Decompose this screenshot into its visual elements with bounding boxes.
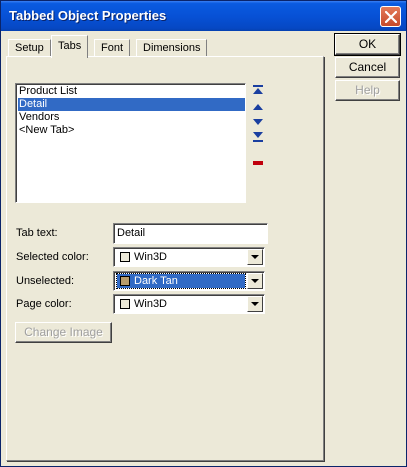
color-swatch — [120, 276, 130, 286]
list-item[interactable]: Detail — [18, 98, 245, 111]
combo-value-text: Win3D — [134, 251, 168, 263]
tab-font[interactable]: Font — [94, 39, 131, 57]
dropdown-button[interactable] — [247, 249, 263, 265]
selected-color-combo[interactable]: Win3D — [113, 247, 265, 267]
cancel-button[interactable]: Cancel — [335, 57, 400, 78]
move-down-icon[interactable] — [252, 117, 264, 127]
combo-value: Dark Tan — [116, 273, 246, 289]
tab-tabs[interactable]: Tabs — [51, 35, 89, 58]
combo-value-text: Win3D — [134, 298, 168, 310]
combo-value: Win3D — [117, 250, 245, 264]
list-item-label: Detail — [19, 98, 48, 110]
chevron-down-icon — [251, 302, 259, 306]
tab-setup[interactable]: Setup — [8, 39, 51, 57]
move-to-bottom-icon[interactable] — [252, 132, 264, 142]
list-item[interactable]: Product List — [18, 85, 245, 98]
tab-label: Setup — [15, 42, 44, 54]
list-item[interactable]: <New Tab> — [18, 124, 245, 137]
move-to-top-icon[interactable] — [252, 85, 264, 95]
unselected-color-combo[interactable]: Dark Tan — [113, 271, 265, 291]
chevron-down-icon — [251, 279, 259, 283]
list-item-label: <New Tab> — [19, 124, 75, 136]
tab-dimensions[interactable]: Dimensions — [136, 39, 208, 57]
tab-text-label: Tab text: — [16, 227, 58, 239]
close-button[interactable] — [380, 6, 401, 27]
combo-value-text: Dark Tan — [134, 275, 178, 287]
color-swatch — [120, 299, 130, 309]
list-item[interactable]: Vendors — [18, 111, 245, 124]
tab-label: Font — [101, 42, 124, 54]
color-swatch — [120, 252, 130, 262]
list-item-label: Vendors — [19, 111, 60, 123]
selected-color-label: Selected color: — [16, 251, 89, 263]
combo-value: Win3D — [117, 297, 245, 311]
close-icon — [385, 11, 397, 23]
page-color-combo[interactable]: Win3D — [113, 294, 265, 314]
dropdown-button[interactable] — [247, 273, 263, 289]
tab-label: Dimensions — [143, 42, 201, 54]
page-color-label: Page color: — [16, 298, 72, 310]
tab-label: Tabs — [58, 40, 82, 52]
help-button[interactable]: Help — [335, 80, 400, 101]
chevron-down-icon — [251, 255, 259, 259]
move-up-icon[interactable] — [252, 102, 264, 112]
list-item-label: Product List — [19, 85, 78, 97]
title-bar[interactable]: Tabbed Object Properties — [1, 1, 406, 31]
dropdown-button[interactable] — [247, 296, 263, 312]
ok-button[interactable]: OK — [334, 33, 401, 56]
change-image-button[interactable]: Change Image — [15, 322, 112, 343]
tab-listbox[interactable]: Product List Detail Vendors <New Tab> — [15, 83, 246, 203]
window-title: Tabbed Object Properties — [9, 8, 167, 23]
delete-tab-icon[interactable] — [252, 158, 264, 168]
tab-text-input[interactable]: Detail — [113, 223, 268, 244]
unselected-color-label: Unselected: — [16, 275, 75, 287]
dialog-window: Tabbed Object Properties Setup Tabs Font… — [0, 0, 407, 467]
